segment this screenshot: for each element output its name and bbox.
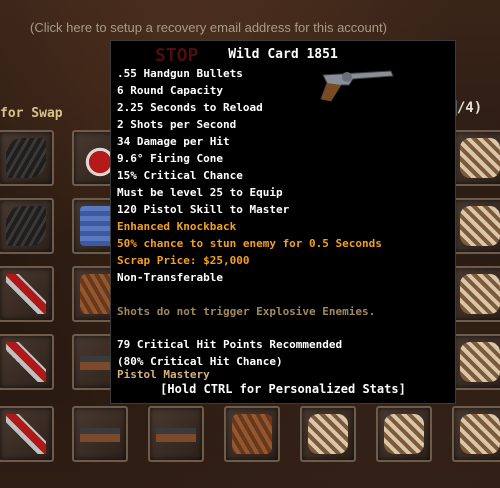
stat-capacity: 6 Round Capacity bbox=[117, 84, 223, 97]
inventory-slot[interactable] bbox=[224, 406, 280, 462]
swap-label: for Swap bbox=[0, 106, 63, 121]
bonus-title: Enhanced Knockback bbox=[117, 220, 237, 233]
bandage-item-icon bbox=[384, 414, 424, 454]
feather-item-icon bbox=[6, 138, 46, 178]
inventory-slot[interactable] bbox=[148, 406, 204, 462]
bandage-item-icon bbox=[460, 342, 500, 382]
bandage-item-icon bbox=[460, 138, 500, 178]
inventory-slot[interactable] bbox=[72, 406, 128, 462]
personalized-stats-hint: [Hold CTRL for Personalized Stats] bbox=[160, 382, 406, 396]
transferable-status: Non-Transferable bbox=[117, 271, 223, 284]
scrap-price: Scrap Price: $25,000 bbox=[117, 254, 250, 267]
inventory-slot[interactable] bbox=[300, 406, 356, 462]
syringe-item-icon bbox=[6, 414, 46, 454]
syringe-item-icon bbox=[6, 274, 46, 314]
inventory-slot[interactable] bbox=[452, 198, 500, 254]
inventory-slot[interactable] bbox=[0, 266, 54, 322]
item-title: Wild Card 1851 bbox=[228, 47, 338, 62]
inventory-slot[interactable] bbox=[0, 198, 54, 254]
inventory-slot[interactable] bbox=[452, 130, 500, 186]
stat-reload: 2.25 Seconds to Reload bbox=[117, 101, 263, 114]
recovery-email-link[interactable]: (Click here to setup a recovery email ad… bbox=[30, 20, 387, 35]
stat-crit-chance: 15% Critical Chance bbox=[117, 169, 243, 182]
ammo-item-icon bbox=[232, 414, 272, 454]
syringe-item-icon bbox=[6, 342, 46, 382]
stat-level-req: Must be level 25 to Equip bbox=[117, 186, 283, 199]
revolver-icon bbox=[320, 70, 394, 102]
page-total: /4) bbox=[456, 100, 483, 116]
bonus-effect: 50% chance to stun enemy for 0.5 Seconds bbox=[117, 237, 382, 250]
inventory-slot[interactable] bbox=[452, 334, 500, 390]
inventory-slot[interactable] bbox=[376, 406, 432, 462]
stat-fire-rate: 2 Shots per Second bbox=[117, 118, 237, 131]
inventory-slot[interactable] bbox=[0, 406, 54, 462]
mastery-label: Pistol Mastery bbox=[117, 368, 210, 381]
inventory-slot[interactable] bbox=[0, 130, 54, 186]
feather-item-icon bbox=[6, 206, 46, 246]
inventory-slot[interactable] bbox=[0, 334, 54, 390]
stat-skill-master: 120 Pistol Skill to Master bbox=[117, 203, 290, 216]
recommended-crit: 79 Critical Hit Points Recommended bbox=[117, 338, 343, 351]
crit-hit-chance: (80% Critical Hit Chance) bbox=[117, 355, 283, 368]
stat-firing-cone: 9.6° Firing Cone bbox=[117, 152, 223, 165]
item-note: Shots do not trigger Explosive Enemies. bbox=[117, 305, 376, 318]
bandage-item-icon bbox=[460, 274, 500, 314]
gun-item-icon bbox=[156, 414, 196, 454]
stat-ammo: .55 Handgun Bullets bbox=[117, 67, 243, 80]
gun-item-icon bbox=[80, 414, 120, 454]
bandage-item-icon bbox=[308, 414, 348, 454]
bandage-item-icon bbox=[460, 206, 500, 246]
stat-damage: 34 Damage per Hit bbox=[117, 135, 230, 148]
item-tooltip: STOP Wild Card 1851 .55 Handgun Bullets … bbox=[110, 40, 456, 404]
bandage-item-icon bbox=[460, 414, 500, 454]
inventory-slot[interactable] bbox=[452, 266, 500, 322]
inventory-slot[interactable] bbox=[452, 406, 500, 462]
